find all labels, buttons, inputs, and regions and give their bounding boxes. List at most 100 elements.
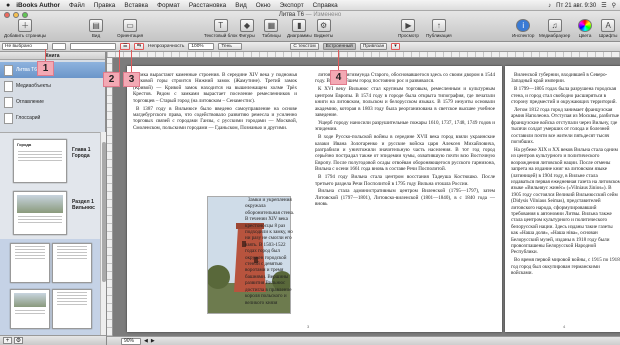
- view-button[interactable]: ▤ Вид: [89, 19, 103, 38]
- inline-button[interactable]: Встроенный: [322, 43, 356, 50]
- section-thumb-image: [17, 195, 63, 213]
- publish-button[interactable]: ↑ Публикация: [426, 19, 452, 38]
- orientation-label: Ориентация: [117, 33, 144, 38]
- book-header: Книга: [0, 52, 105, 60]
- wrap-button[interactable]: ☰: [120, 43, 130, 50]
- page-thumb-5[interactable]: [10, 289, 50, 329]
- opacity-field[interactable]: 100%: [188, 43, 215, 50]
- menu-app[interactable]: iBooks Author: [16, 2, 60, 9]
- page-nav-right-icon[interactable]: ▶: [151, 338, 155, 344]
- horizontal-ruler[interactable]: [107, 52, 620, 58]
- paragraph: Виленской губернии, входившей в Северо-З…: [511, 72, 608, 85]
- page-thumb-4[interactable]: [52, 243, 92, 283]
- nav-item-glossary[interactable]: Глоссарий: [0, 110, 105, 126]
- menu-window[interactable]: Окно: [256, 2, 271, 9]
- opacity-value: 100%: [191, 44, 204, 49]
- tables-label: Таблицы: [262, 33, 281, 38]
- shapes-label: Фигуры: [239, 33, 255, 38]
- sidebar-scrollbar[interactable]: [100, 132, 106, 335]
- vertical-ruler[interactable]: [107, 58, 113, 336]
- callout-line-4: [338, 50, 339, 70]
- charts-button[interactable]: ▮ Диаграммы: [287, 19, 312, 38]
- tables-button[interactable]: ▦ Таблицы: [262, 19, 281, 38]
- menu-help[interactable]: Справка: [313, 2, 338, 9]
- chapter-label-text: Глава 1 Города: [72, 147, 91, 159]
- chapter-thumb-1[interactable]: Города: [13, 139, 67, 183]
- preview-button[interactable]: ▶ Просмотр: [398, 19, 419, 38]
- menu-file[interactable]: Файл: [69, 2, 85, 9]
- orientation-icon: ▭: [123, 19, 138, 32]
- edited-indicator: — Изменено: [305, 12, 342, 18]
- paragraph: К XVI веку Вильнюс стал крупным торговым…: [315, 86, 495, 118]
- page-nav-left-icon[interactable]: ◀: [144, 338, 148, 344]
- sidebar-scroll-thumb[interactable]: [102, 142, 106, 282]
- opacity-label: Непрозрачность: [148, 44, 185, 49]
- shapes-button[interactable]: ◆ Фигуры: [239, 19, 255, 38]
- media-browser-button[interactable]: ♫ Медиабраузер: [539, 19, 570, 38]
- widgets-label: Виджеты: [314, 33, 334, 38]
- menu-format[interactable]: Формат: [157, 2, 180, 9]
- line-select[interactable]: [70, 43, 116, 50]
- colors-button[interactable]: Цвета: [578, 19, 592, 38]
- table-icon: ▦: [264, 19, 279, 32]
- section-thumb-1[interactable]: [13, 191, 67, 235]
- section-label-text: Раздел 1 Вильнюс: [72, 199, 95, 211]
- apple-menu-icon[interactable]: ●: [6, 2, 10, 9]
- menu-export[interactable]: Экспорт: [280, 2, 304, 9]
- settings-icon[interactable]: ⚙: [14, 337, 23, 344]
- orientation-button[interactable]: ▭ Ориентация: [117, 19, 143, 38]
- textbox-label: Текстовый блок: [204, 33, 238, 38]
- page-thumb-6[interactable]: [52, 289, 92, 329]
- list-icon[interactable]: ☰: [601, 2, 606, 9]
- menu-arrange[interactable]: Расстановка: [189, 2, 226, 9]
- anchored-label: Привязан: [362, 44, 385, 49]
- preview-label: Просмотр: [398, 33, 419, 38]
- media-icon: ♫: [547, 19, 562, 32]
- callout-badge-2: 2: [103, 72, 120, 87]
- widgets-button[interactable]: ⚙ Виджеты: [314, 19, 333, 38]
- paragraph: На рубеже XIX и XX веков Вильна стала од…: [511, 146, 620, 256]
- paragraph: Вильна стала административным центром Ви…: [315, 188, 495, 208]
- align-button[interactable]: ⇆: [134, 43, 144, 50]
- sidebar-footer: + ⚙: [0, 335, 106, 345]
- paragraph: Ущерб городу наносили разрушительные пож…: [315, 119, 495, 133]
- fonts-button[interactable]: A Шрифты: [599, 19, 617, 38]
- text-column-1[interactable]: замка вырастают каменные строения. В сер…: [133, 72, 297, 196]
- book-sidebar: Книга Литва Т6 Медиаобъекты Оглавление Г…: [0, 52, 106, 345]
- speaker-icon[interactable]: ♪: [548, 3, 551, 9]
- zoom-select[interactable]: 90%: [121, 337, 141, 345]
- caption-column[interactable]: Замки и укрепления окружала оборонительн…: [245, 197, 297, 321]
- page-spread-left[interactable]: замка вырастают каменные строения. В сер…: [127, 66, 502, 332]
- textbox-button[interactable]: T Текстовый блок: [204, 19, 237, 38]
- menu-view[interactable]: Вид: [235, 2, 247, 9]
- page-thumb-image: [14, 293, 46, 307]
- menu-edit[interactable]: Правка: [94, 2, 116, 9]
- inspector-button[interactable]: i Инспектор: [512, 19, 534, 38]
- add-icon[interactable]: +: [3, 337, 12, 344]
- add-pages-icon: ＋: [18, 19, 33, 32]
- stroke-select[interactable]: [52, 43, 66, 50]
- callout-badge-3: 3: [123, 72, 140, 87]
- page-thumb-3[interactable]: [10, 243, 50, 283]
- shadow-checkbox[interactable]: Тень: [218, 43, 243, 50]
- menu-insert[interactable]: Вставка: [124, 2, 148, 9]
- menubar-clock[interactable]: Пт 21 авг. 9:30: [556, 3, 596, 9]
- document-canvas[interactable]: замка вырастают каменные строения. В сер…: [107, 52, 620, 336]
- text-wrap-button[interactable]: С текстом: [290, 43, 319, 50]
- anchored-button[interactable]: Привязан: [359, 43, 388, 50]
- add-pages-button[interactable]: ＋ Добавить страницы: [4, 19, 46, 38]
- more-options-button[interactable]: ▾: [391, 43, 400, 50]
- paragraph: В 1794 году Вильна стала центром восстан…: [315, 174, 495, 187]
- text-column-2[interactable]: литовского Сигизмунда Старого, обосновав…: [315, 72, 495, 322]
- paragraph: В 1387 году в Вильнюсе было введено само…: [133, 105, 297, 131]
- page-right[interactable]: Виленской губернии, входившей в Северо-З…: [505, 66, 620, 332]
- section-label-1: Раздел 1 Вильнюс: [72, 199, 95, 211]
- nav-item-media[interactable]: Медиаобъекты: [0, 78, 105, 94]
- nav-item-label: Глоссарий: [16, 115, 41, 121]
- document-title: Литва Т6: [278, 12, 304, 18]
- style-select[interactable]: Не выбрано: [2, 43, 48, 50]
- view-label: Вид: [91, 33, 101, 38]
- magnifier-icon[interactable]: ⚲: [612, 2, 616, 9]
- nav-item-toc[interactable]: Оглавление: [0, 94, 105, 110]
- text-column-3[interactable]: Виленской губернии, входившей в Северо-З…: [511, 72, 620, 322]
